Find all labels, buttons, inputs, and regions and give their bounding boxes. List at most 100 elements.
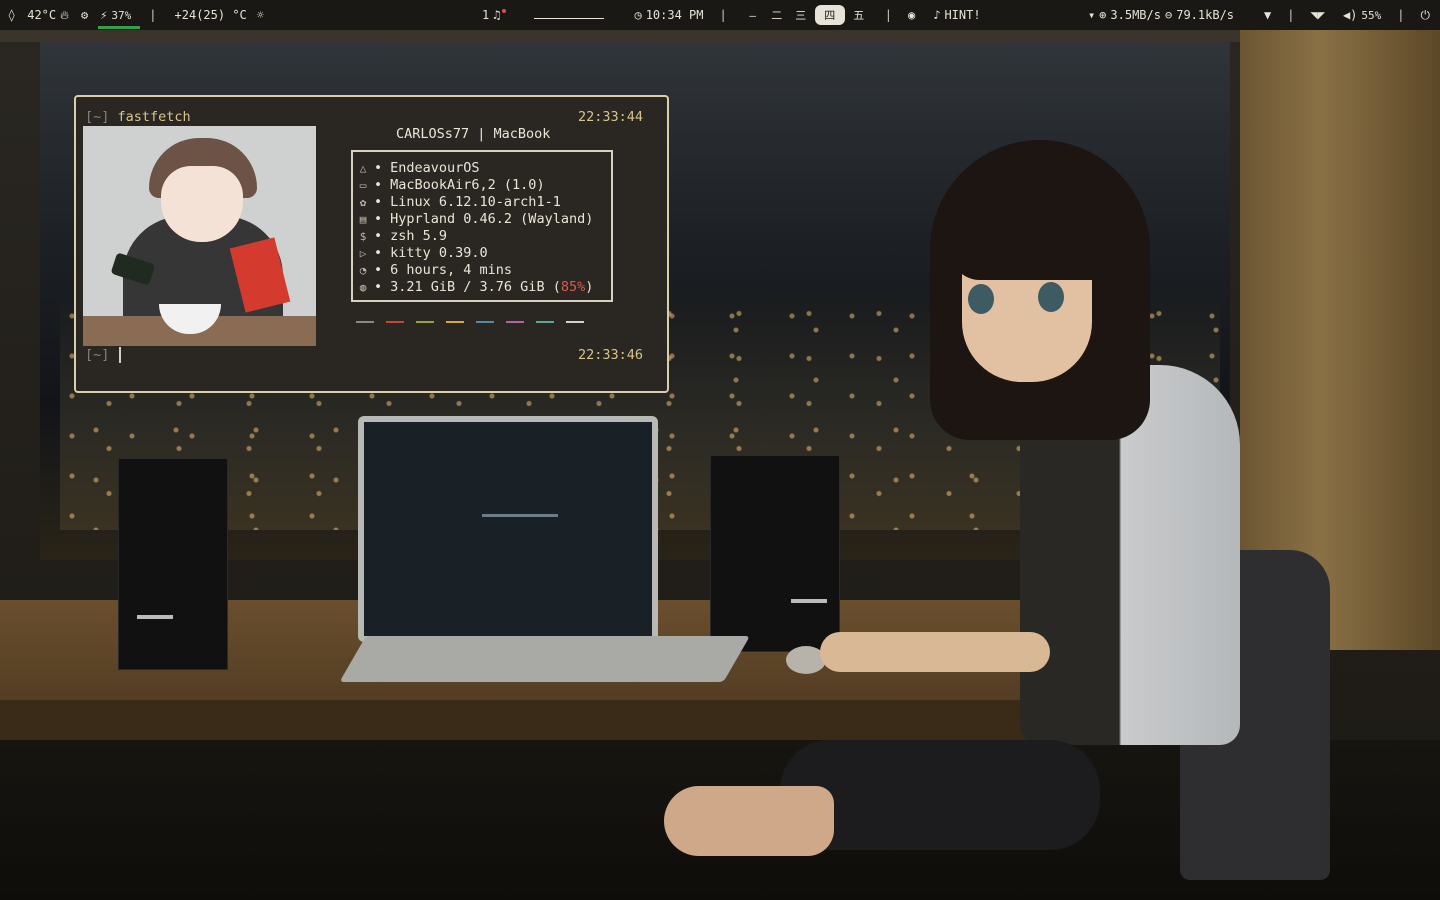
- volume-value: 55%: [1361, 8, 1382, 22]
- hint-value: HINT!: [944, 8, 981, 22]
- notification-count: 1: [482, 8, 490, 22]
- prompt: [~]: [85, 347, 110, 363]
- info-os: △ • EndeavourOS: [356, 160, 593, 177]
- gear-icon: ⚙: [80, 8, 89, 22]
- drop-icon: ◊: [8, 8, 16, 22]
- palette-swatch: [386, 321, 404, 323]
- gear-icon: ✿: [359, 196, 367, 209]
- palette-swatch: [446, 321, 464, 323]
- workspace-5[interactable]: 五: [849, 5, 869, 25]
- wallpaper-speaker-left: [118, 458, 228, 670]
- info-shell: $ • zsh 5.9: [356, 228, 593, 245]
- battery-module[interactable]: ⚡ 37%: [98, 8, 141, 29]
- status-bar-center: 1 ♫ ◷ 10:34 PM | — 二 三 四 五 | ◉ ♪ HINT!: [482, 0, 981, 30]
- info-uptime: ◔ • 6 hours, 4 mins: [356, 262, 593, 279]
- clock-icon: ◷: [634, 8, 642, 22]
- bolt-icon: ⚡: [100, 8, 108, 22]
- workspace-1[interactable]: —: [743, 5, 763, 25]
- launcher-button[interactable]: ◊: [8, 8, 15, 22]
- eye-slash-icon: ◉: [907, 8, 916, 22]
- network-speed-module[interactable]: ▾ ⊕ 3.5MB/s ⊖ 79.1kB/s: [1088, 8, 1234, 22]
- notification-dot: [502, 9, 507, 13]
- wallpaper-desk-edge: [0, 700, 1100, 740]
- wallpaper-laptop-base: [339, 636, 750, 682]
- power-button[interactable]: ⏻: [1421, 8, 1431, 23]
- workspace-3[interactable]: 三: [791, 5, 811, 25]
- separator: |: [719, 8, 727, 22]
- upload-icon: ⊕: [1099, 8, 1107, 22]
- chip-icon: ◍: [359, 281, 367, 294]
- palette-swatch: [566, 321, 584, 323]
- upload-value: 3.5MB/s: [1110, 8, 1161, 22]
- status-bar-left: ◊ 42°C 🔥︎ ⚙ ⚡ 37% | +24(25) °C ☼: [8, 0, 264, 30]
- separator: |: [1287, 8, 1295, 22]
- volume-module[interactable]: ◀) 55%: [1343, 8, 1381, 22]
- command-line: [~] fastfetch: [85, 109, 191, 125]
- cpu-temp-value: 42°C: [27, 8, 57, 22]
- workspace-4[interactable]: 四: [814, 5, 845, 25]
- info-kernel: ✿ • Linux 6.12.10-arch1-1: [356, 194, 593, 211]
- palette-swatch: [476, 321, 494, 323]
- wallpaper-window-frame: [0, 28, 1440, 42]
- status-bar-right: ▾ ⊕ 3.5MB/s ⊖ 79.1kB/s ▼ | ◥◤ ◀) 55% | ⏻: [1088, 0, 1430, 30]
- wallpaper-girl-foot: [664, 786, 834, 856]
- separator: |: [149, 8, 157, 22]
- input-line[interactable]: [~]: [85, 347, 122, 363]
- battery-value: 37%: [111, 8, 132, 22]
- laptop-icon: ▭: [359, 179, 367, 192]
- separator: |: [1397, 8, 1405, 22]
- palette-swatch: [506, 321, 524, 323]
- kitty-terminal-window[interactable]: [~] fastfetch 22:33:44 CARLOSs77 | MacBo…: [74, 95, 669, 393]
- alert-icon: ♪: [933, 8, 941, 22]
- wallpaper-girl-eye-left: [968, 284, 994, 314]
- signal-icon: ▼: [1264, 8, 1272, 22]
- bell-icon: ♫: [493, 8, 501, 22]
- wallpaper-girl-eye-right: [1038, 282, 1064, 312]
- arch-icon: △: [359, 162, 367, 175]
- settings-module[interactable]: ⚙: [81, 8, 88, 22]
- palette-swatch: [536, 321, 554, 323]
- wifi-small-icon: ▾: [1087, 8, 1096, 22]
- power-icon: ⏻: [1420, 7, 1431, 22]
- text-cursor: [119, 347, 122, 363]
- memory-percent: 85%: [560, 279, 586, 295]
- idle-inhibitor[interactable]: ◉: [908, 8, 915, 22]
- command-text: fastfetch: [117, 109, 191, 125]
- clock-module[interactable]: ◷ 10:34 PM: [634, 8, 703, 22]
- fastfetch-title: CARLOSs77 | MacBook: [396, 126, 551, 142]
- workspace-2[interactable]: 二: [767, 5, 787, 25]
- palette-swatch: [416, 321, 434, 323]
- notification-module[interactable]: 1 ♫: [482, 8, 507, 22]
- flame-icon: 🔥︎: [60, 7, 69, 22]
- wallpaper-girl-arm: [820, 632, 1050, 672]
- dollar-icon: $: [359, 230, 367, 243]
- clock-value: 10:34 PM: [645, 8, 704, 22]
- palette-swatch: [356, 321, 374, 323]
- window-icon: ▤: [359, 213, 367, 226]
- status-bar: ◊ 42°C 🔥︎ ⚙ ⚡ 37% | +24(25) °C ☼ 1 ♫ ◷ 1…: [0, 0, 1440, 30]
- active-window-title: [534, 17, 605, 19]
- download-value: 79.1kB/s: [1176, 8, 1235, 22]
- wifi-module[interactable]: ◥◤: [1310, 8, 1324, 22]
- fastfetch-logo-image: [83, 126, 316, 346]
- hint-module[interactable]: ♪ HINT!: [933, 8, 980, 22]
- sun-icon: ☼: [256, 8, 265, 22]
- weather-value: +24(25) °C: [174, 8, 247, 22]
- info-host: ▭ • MacBookAir6,2 (1.0): [356, 177, 593, 194]
- speaker-icon: ◀): [1342, 8, 1358, 22]
- system-info-list: △ • EndeavourOS ▭ • MacBookAir6,2 (1.0) ✿ •…: [356, 160, 594, 296]
- wifi-signal-module[interactable]: ▼: [1264, 8, 1271, 22]
- info-terminal: ▷ • kitty 0.39.0: [356, 245, 593, 262]
- wifi-icon: ◥◤: [1310, 8, 1325, 22]
- weather-module[interactable]: +24(25) °C ☼: [175, 8, 264, 22]
- cpu-temp-module[interactable]: 42°C 🔥︎: [27, 8, 69, 23]
- info-memory: ◍ • 3.21 GiB / 3.76 GiB (85%): [356, 279, 594, 296]
- color-palette: [356, 321, 584, 323]
- prompt-timestamp: 22:33:46: [577, 347, 643, 363]
- clock-icon: ◔: [359, 264, 367, 277]
- download-icon: ⊖: [1164, 8, 1173, 22]
- prompt: [~]: [85, 109, 110, 125]
- separator: |: [884, 8, 892, 22]
- wallpaper-laptop-screen: [358, 416, 658, 642]
- workspace-list: — 二 三 四 五: [743, 5, 869, 25]
